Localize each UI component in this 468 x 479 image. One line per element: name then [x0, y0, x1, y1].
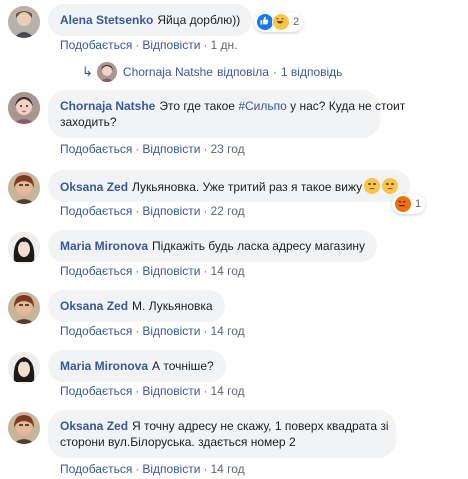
separator-dot: · [135, 204, 140, 218]
avatar[interactable] [8, 412, 40, 444]
avatar[interactable] [8, 352, 40, 384]
reply-link[interactable]: Відповісти [142, 264, 200, 278]
hashtag-link[interactable]: #Сильпо [238, 99, 286, 113]
comment-timestamp[interactable]: 14 год [210, 264, 244, 278]
avatar [96, 62, 117, 82]
comment-author[interactable]: Oksana Zed [60, 419, 128, 433]
comment-timestamp[interactable]: 14 год [210, 384, 244, 398]
reply-count: 1 відповідь [280, 65, 343, 79]
like-link[interactable]: Подобається [60, 204, 132, 218]
comment-timestamp[interactable]: 23 год [210, 142, 244, 156]
reply-link[interactable]: Відповісти [142, 142, 200, 156]
separator-dot: · [203, 324, 208, 338]
comment-text: Підкажіть будь ласка адресу магазину [152, 239, 366, 253]
comment-text: Лукьяновка. Уже тритий раз я такое вижу [132, 180, 363, 194]
comment-bubble: Maria Mironova А точніше? [48, 350, 226, 382]
separator-dot: · [135, 38, 140, 52]
reply-author: Chornaja Natshe [122, 65, 213, 79]
separator-dot: · [135, 384, 140, 398]
comment-bubble: Oksana Zed Я точну адресу не скажу, 1 пов… [48, 410, 396, 458]
comment-actions: Подобається · Відповісти · 23 год [60, 142, 245, 156]
reactions-summary[interactable]: 2 [254, 12, 304, 32]
comment-bubble: Alena Stetsenko Яйца дорблю)) [48, 4, 253, 36]
comment-text: А точніше? [152, 359, 214, 373]
separator-dot: · [203, 384, 208, 398]
sad-emoji-icon [364, 178, 381, 194]
comment-text: Яйца дорблю)) [157, 13, 241, 27]
comment-actions: Подобається · Відповісти · 14 год [60, 384, 245, 398]
comment-timestamp[interactable]: 1 дн. [210, 38, 237, 52]
reactions-summary[interactable]: 1 [392, 194, 426, 214]
comment-text: М. Лукьяновка [132, 299, 213, 313]
comment-text: Я точну адресу не скажу, 1 поверх квадра… [132, 419, 389, 433]
comment-author[interactable]: Maria Mironova [60, 239, 148, 253]
separator-dot: · [203, 204, 208, 218]
avatar[interactable] [8, 292, 40, 324]
avatar[interactable] [8, 92, 40, 124]
separator-dot: · [203, 38, 208, 52]
reply-arrow-icon: ↳ [82, 64, 93, 79]
comment-author[interactable]: Oksana Zed [60, 180, 128, 194]
reply-link[interactable]: Відповісти [142, 38, 200, 52]
comment-bubble: Maria Mironova Підкажіть будь ласка адрес… [48, 230, 378, 262]
comment-timestamp[interactable]: 14 год [210, 324, 244, 338]
comment-actions: Подобається · Відповісти · 14 год [60, 324, 245, 338]
comment-text: заходить? [60, 115, 117, 129]
separator-dot: · [135, 324, 140, 338]
comment-actions: Подобається · Відповісти · 22 год [60, 204, 245, 218]
comment-author[interactable]: Alena Stetsenko [60, 13, 153, 27]
avatar[interactable] [8, 6, 40, 38]
reply-link[interactable]: Відповісти [142, 384, 200, 398]
comment-timestamp[interactable]: 22 год [210, 204, 244, 218]
reactions-count: 1 [415, 198, 422, 210]
avatar[interactable] [8, 232, 40, 264]
like-link[interactable]: Подобається [60, 264, 132, 278]
reactions-count: 2 [293, 16, 300, 28]
separator-dot: · [135, 462, 140, 476]
separator-dot: · [203, 462, 208, 476]
comment-author[interactable]: Chornaja Natshe [60, 99, 155, 113]
separator-dot: · [135, 264, 140, 278]
like-link[interactable]: Подобається [60, 384, 132, 398]
like-link[interactable]: Подобається [60, 462, 132, 476]
like-link[interactable]: Подобається [60, 142, 132, 156]
comment-author[interactable]: Maria Mironova [60, 359, 148, 373]
comment-author[interactable]: Oksana Zed [60, 299, 128, 313]
like-link[interactable]: Подобається [60, 324, 132, 338]
comment-bubble: Chornaja Natshe Это где такое #Сильпо у н… [48, 90, 405, 138]
separator-dot: · [272, 65, 277, 79]
sad-emoji-icon [382, 178, 399, 194]
like-link[interactable]: Подобається [60, 38, 132, 52]
comment-actions: Подобається · Відповісти · 1 дн. [60, 38, 237, 52]
separator-dot: · [203, 142, 208, 156]
reply-link[interactable]: Відповісти [142, 462, 200, 476]
separator-dot: · [135, 142, 140, 156]
comment-text: сторони вул.Білоруська. здається номер 2 [60, 435, 296, 449]
comment-timestamp[interactable]: 14 год [210, 462, 244, 476]
haha-reaction-icon [272, 13, 290, 31]
comment-bubble: Oksana Zed М. Лукьяновка [48, 290, 225, 322]
avatar[interactable] [8, 172, 40, 204]
comment-actions: Подобається · Відповісти · 14 год [60, 462, 245, 476]
comment-text: у нас? Куда не стоит [286, 99, 406, 113]
reply-link[interactable]: Відповісти [142, 324, 200, 338]
comment-actions: Подобається · Відповісти · 14 год [60, 264, 245, 278]
reply-link[interactable]: Відповісти [142, 204, 200, 218]
comment-text: Это где такое [159, 99, 239, 113]
reply-verb: відповіла [216, 65, 269, 79]
angry-reaction-icon [394, 195, 412, 213]
separator-dot: · [203, 264, 208, 278]
replies-summary[interactable]: ↳ Chornaja Natshe відповіла · 1 відповід… [82, 62, 342, 82]
comment-bubble: Oksana Zed Лукьяновка. Уже тритий раз я т… [48, 170, 411, 202]
